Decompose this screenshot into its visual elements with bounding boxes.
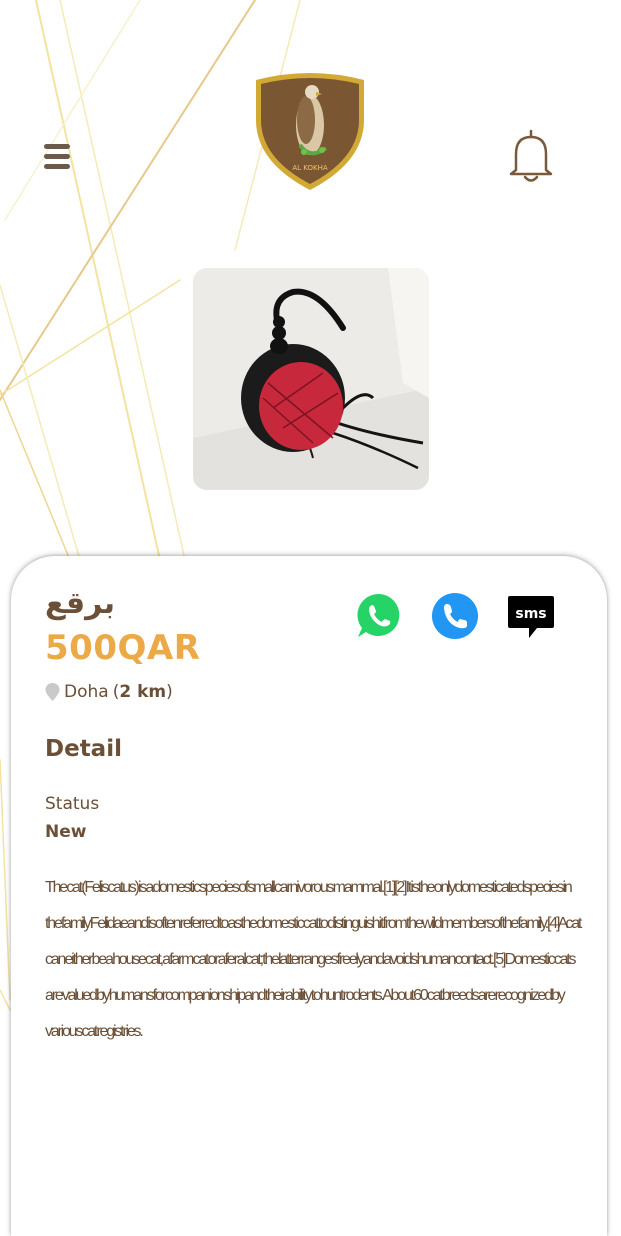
detail-section-title: Detail xyxy=(45,736,122,762)
location-distance: 2 km xyxy=(119,682,167,702)
location-pin-icon xyxy=(45,683,60,701)
product-description: The cat (Felis catus) is a domestic spec… xyxy=(45,879,582,1040)
product-title: برقع xyxy=(45,586,116,621)
product-image[interactable] xyxy=(193,268,429,490)
hamburger-menu-icon xyxy=(44,143,70,149)
product-price: 500QAR xyxy=(45,628,201,668)
svg-text:AL KOKHA: AL KOKHA xyxy=(292,164,327,172)
whatsapp-icon[interactable] xyxy=(355,592,403,640)
bell-icon[interactable] xyxy=(506,126,556,186)
phone-icon[interactable] xyxy=(431,592,479,640)
location-city: Doha xyxy=(64,682,109,702)
product-detail-card: برقع 500QAR Doha (2 km) sms Detail Statu… xyxy=(11,556,607,1236)
status-value: New xyxy=(45,822,87,842)
status-label: Status xyxy=(45,794,100,814)
svg-text:sms: sms xyxy=(515,606,546,622)
menu-button[interactable] xyxy=(44,140,76,172)
app-logo: AL KOKHA xyxy=(256,73,364,190)
contact-actions: sms xyxy=(355,592,555,640)
sms-icon[interactable]: sms xyxy=(507,592,555,640)
product-location: Doha (2 km) xyxy=(45,682,173,702)
